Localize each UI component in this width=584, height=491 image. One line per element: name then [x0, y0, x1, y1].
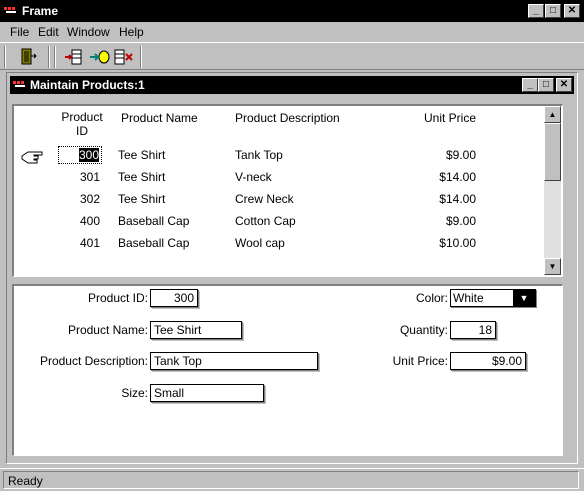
row-product-id[interactable]: 301 — [58, 170, 102, 184]
menu-help[interactable]: Help — [119, 25, 144, 39]
chevron-down-icon: ▼ — [519, 293, 529, 303]
toolbar-grip — [4, 46, 6, 68]
row-unit-price[interactable]: $14.00 — [414, 170, 476, 184]
menubar: File Edit Window Help — [0, 22, 584, 42]
row-product-id[interactable]: 300 — [58, 146, 102, 164]
app-icon[interactable] — [4, 5, 18, 17]
quantity-field[interactable]: 18 — [450, 321, 496, 339]
row-product-name[interactable]: Baseball Cap — [118, 214, 189, 228]
child-close-button[interactable]: ✕ — [556, 78, 572, 92]
row-product-name[interactable]: Tee Shirt — [118, 192, 165, 206]
quantity-label: Quantity: — [399, 323, 448, 337]
row-product-id[interactable]: 302 — [58, 192, 102, 206]
row-unit-price[interactable]: $9.00 — [414, 214, 476, 228]
scroll-up-button[interactable]: ▲ — [544, 106, 561, 123]
minimize-icon: _ — [533, 5, 539, 16]
row-product-description[interactable]: Tank Top — [235, 148, 283, 162]
retrieve-icon — [90, 50, 110, 64]
row-unit-price[interactable]: $14.00 — [414, 192, 476, 206]
product-description-field[interactable]: Tank Top — [150, 352, 318, 370]
row-product-name[interactable]: Baseball Cap — [118, 236, 189, 250]
menu-window[interactable]: Window — [67, 25, 110, 39]
table-row[interactable]: 400 Baseball Cap Cotton Cap $9.00 — [14, 212, 544, 232]
table-row[interactable]: 301 Tee Shirt V-neck $14.00 — [14, 168, 544, 188]
menu-edit[interactable]: Edit — [38, 25, 59, 39]
scroll-down-arrow-icon: ▼ — [548, 262, 557, 271]
unit-price-label: Unit Price: — [392, 354, 448, 368]
status-text: Ready — [3, 471, 579, 489]
vertical-scrollbar[interactable]: ▲ ▼ — [544, 106, 561, 275]
toolbar — [0, 42, 584, 70]
product-grid[interactable]: Product ID Product Name Product Descript… — [12, 104, 563, 277]
toolbar-separator — [54, 46, 56, 68]
row-product-description[interactable]: Crew Neck — [235, 192, 294, 206]
maximize-button[interactable]: □ — [545, 4, 561, 18]
table-row[interactable]: 300 Tee Shirt Tank Top $9.00 — [14, 146, 544, 166]
retrieve-button[interactable] — [88, 46, 112, 68]
toolbar-separator — [48, 46, 50, 68]
header-product-id: Product ID — [54, 110, 110, 138]
product-name-field[interactable]: Tee Shirt — [150, 321, 242, 339]
product-description-label: Product Description: — [39, 354, 148, 368]
minimize-button[interactable]: _ — [528, 4, 544, 18]
product-id-label: Product ID: — [87, 291, 148, 305]
size-label: Size: — [121, 386, 148, 400]
minimize-icon: _ — [527, 79, 533, 90]
window-titlebar[interactable]: Frame _ □ ✕ — [0, 0, 584, 22]
status-bar: Ready — [0, 468, 584, 491]
product-name-label: Product Name: — [67, 323, 148, 337]
insert-row-icon — [65, 49, 82, 65]
row-product-id[interactable]: 401 — [58, 236, 102, 250]
header-product-id-line2: ID — [76, 124, 88, 138]
header-unit-price: Unit Price — [424, 111, 477, 125]
scroll-up-arrow-icon: ▲ — [548, 110, 557, 119]
row-product-name[interactable]: Tee Shirt — [118, 148, 165, 162]
header-product-id-line1: Product — [61, 110, 103, 124]
table-row[interactable]: 302 Tee Shirt Crew Neck $14.00 — [14, 190, 544, 210]
delete-row-button[interactable] — [112, 46, 136, 68]
close-icon: ✕ — [567, 5, 577, 16]
row-unit-price[interactable]: $9.00 — [414, 148, 476, 162]
color-dropdown[interactable]: White ▼ — [450, 289, 536, 307]
scroll-down-button[interactable]: ▼ — [544, 258, 561, 275]
child-minimize-button[interactable]: _ — [522, 78, 538, 92]
row-product-description[interactable]: Wool cap — [235, 236, 285, 250]
unit-price-field[interactable]: $9.00 — [450, 352, 526, 370]
child-app-icon[interactable] — [13, 79, 27, 91]
child-title: Maintain Products:1 — [30, 78, 145, 92]
row-product-description[interactable]: Cotton Cap — [235, 214, 296, 228]
product-id-field[interactable]: 300 — [150, 289, 198, 307]
close-icon: ✕ — [559, 79, 569, 90]
header-product-name: Product Name — [121, 111, 198, 125]
dropdown-button[interactable]: ▼ — [513, 290, 535, 306]
row-product-id[interactable]: 400 — [58, 214, 102, 228]
delete-row-icon — [114, 49, 133, 65]
exit-door-icon — [21, 48, 37, 65]
maximize-icon: □ — [549, 5, 557, 16]
child-titlebar[interactable]: Maintain Products:1 _ □ ✕ — [10, 76, 574, 94]
scroll-thumb[interactable] — [544, 123, 561, 181]
close-button[interactable]: ✕ — [564, 4, 580, 18]
header-product-description: Product Description — [235, 111, 340, 125]
insert-row-button[interactable] — [62, 46, 86, 68]
row-product-name[interactable]: Tee Shirt — [118, 170, 165, 184]
menu-file[interactable]: File — [10, 25, 29, 39]
maximize-icon: □ — [542, 79, 550, 90]
size-field[interactable]: Small — [150, 384, 264, 402]
row-product-id-value: 300 — [78, 148, 99, 162]
child-maximize-button[interactable]: □ — [538, 78, 554, 92]
product-detail-form: Product ID: 300 Product Name: Tee Shirt … — [12, 284, 563, 456]
row-product-description[interactable]: V-neck — [235, 170, 272, 184]
table-row[interactable]: 401 Baseball Cap Wool cap $10.00 — [14, 234, 544, 254]
toolbar-separator — [140, 46, 142, 68]
row-unit-price[interactable]: $10.00 — [414, 236, 476, 250]
color-value: White — [453, 291, 484, 305]
exit-button[interactable] — [16, 46, 40, 68]
color-label: Color: — [415, 291, 448, 305]
window-title: Frame — [22, 4, 59, 18]
